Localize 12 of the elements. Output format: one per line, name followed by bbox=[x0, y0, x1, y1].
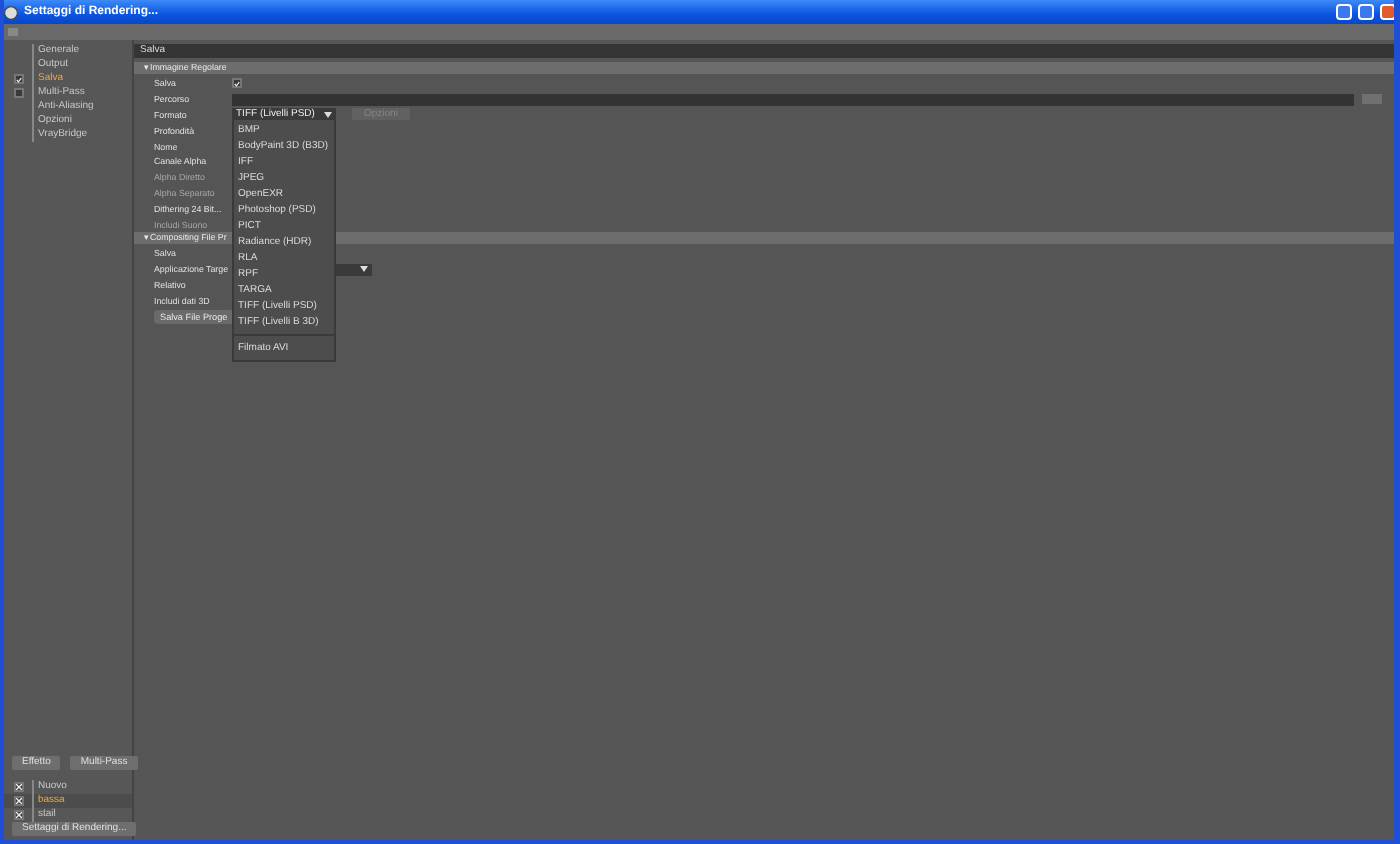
checkbox[interactable] bbox=[13, 782, 23, 792]
checkbox[interactable] bbox=[13, 74, 23, 84]
close-button[interactable] bbox=[1380, 4, 1394, 20]
checkbox[interactable] bbox=[13, 810, 23, 820]
app-icon bbox=[4, 5, 18, 19]
path-field[interactable] bbox=[232, 93, 1354, 106]
caret-icon bbox=[360, 266, 368, 273]
checkbox[interactable] bbox=[13, 88, 23, 98]
checkbox[interactable] bbox=[232, 78, 242, 89]
checkbox[interactable] bbox=[13, 796, 23, 806]
maximize-button[interactable] bbox=[1358, 4, 1374, 20]
minimize-button[interactable] bbox=[1336, 4, 1352, 20]
